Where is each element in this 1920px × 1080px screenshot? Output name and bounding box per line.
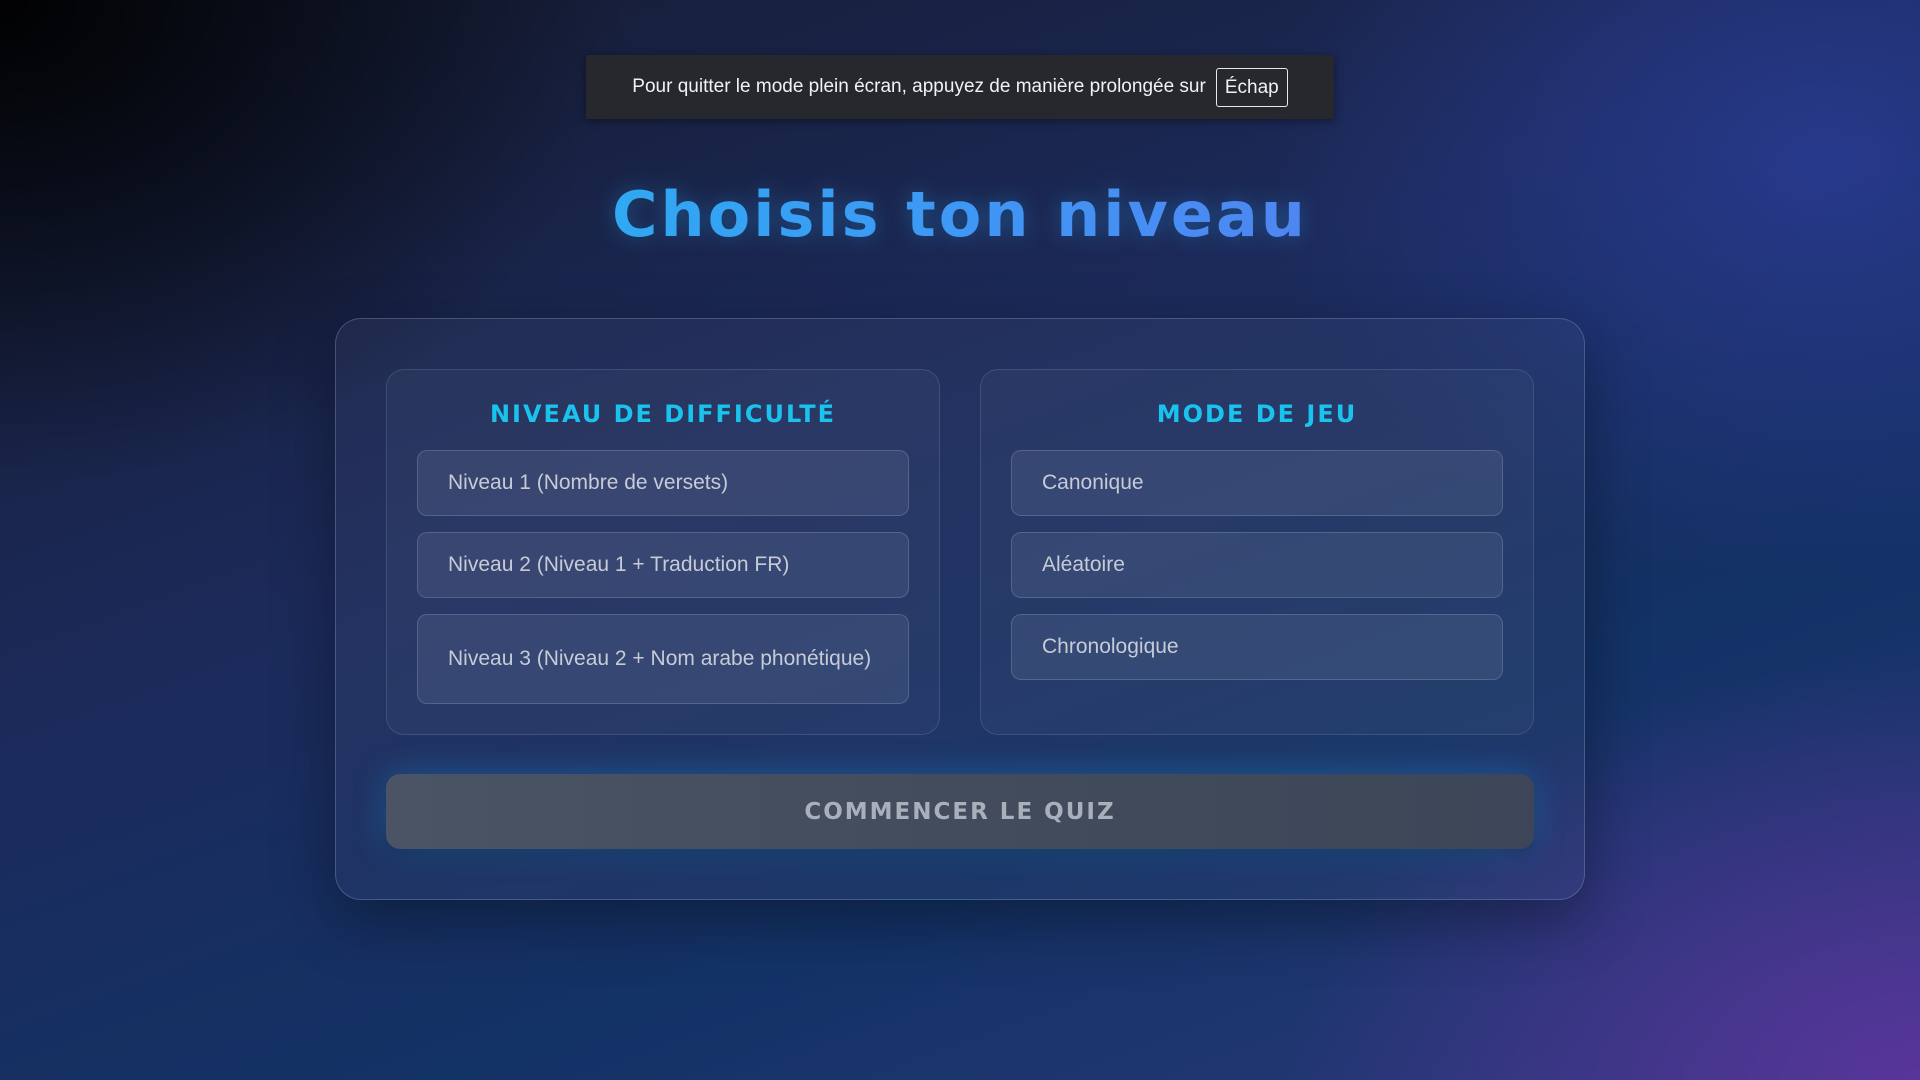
fullscreen-notice-text: Pour quitter le mode plein écran, appuye…: [632, 76, 1206, 97]
game-mode-option-canonical[interactable]: Canonique: [1011, 450, 1503, 516]
fullscreen-exit-notice: Pour quitter le mode plein écran, appuye…: [586, 55, 1334, 119]
difficulty-option-label: Niveau 1 (Nombre de versets): [448, 471, 729, 494]
game-mode-option-random[interactable]: Aléatoire: [1011, 532, 1503, 598]
level-selection-card: NIVEAU DE DIFFICULTÉ Niveau 1 (Nombre de…: [335, 318, 1585, 900]
game-mode-panel: MODE DE JEU Canonique Aléatoire Chronolo…: [980, 369, 1534, 735]
start-quiz-button-label: COMMENCER LE QUIZ: [804, 798, 1116, 825]
difficulty-option-level-2[interactable]: Niveau 2 (Niveau 1 + Traduction FR): [417, 532, 909, 598]
page-title: Choisis ton niveau: [0, 178, 1920, 251]
start-quiz-button[interactable]: COMMENCER LE QUIZ: [386, 774, 1534, 849]
difficulty-panel-title: NIVEAU DE DIFFICULTÉ: [489, 400, 837, 428]
difficulty-option-level-3[interactable]: Niveau 3 (Niveau 2 + Nom arabe phonétiqu…: [417, 614, 909, 704]
game-mode-panel-title: MODE DE JEU: [1156, 400, 1358, 428]
game-mode-option-label: Canonique: [1042, 471, 1144, 494]
game-mode-option-label: Aléatoire: [1042, 553, 1125, 576]
game-mode-option-chronological[interactable]: Chronologique: [1011, 614, 1503, 680]
difficulty-option-label: Niveau 3 (Niveau 2 + Nom arabe phonétiqu…: [448, 647, 872, 670]
difficulty-option-level-1[interactable]: Niveau 1 (Nombre de versets): [417, 450, 909, 516]
difficulty-panel: NIVEAU DE DIFFICULTÉ Niveau 1 (Nombre de…: [386, 369, 940, 735]
game-mode-option-label: Chronologique: [1042, 635, 1179, 658]
escape-key-badge: Échap: [1215, 67, 1288, 107]
difficulty-option-label: Niveau 2 (Niveau 1 + Traduction FR): [448, 553, 790, 576]
